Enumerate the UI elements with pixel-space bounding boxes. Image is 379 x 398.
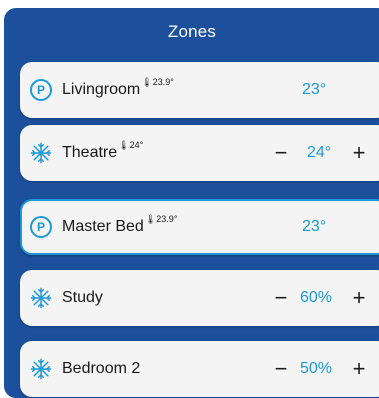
decrease-button[interactable]: − [272, 287, 290, 309]
zones-panel: Zones P Livingroom🌡23.9° 23° Theatre🌡24°… [4, 8, 379, 398]
increase-button[interactable]: + [350, 142, 368, 164]
zone-card-master-bed[interactable]: P Master Bed🌡23.9° 23° [20, 199, 379, 255]
zone-setpoint: 60% [300, 289, 333, 306]
snowflake-icon-svg [30, 142, 52, 164]
zone-name: Livingroom🌡23.9° [62, 77, 174, 98]
zone-setpoint: 23° [302, 81, 327, 98]
panel-title: Zones [167, 22, 217, 41]
snowflake-icon[interactable] [30, 142, 52, 164]
zone-card-livingroom[interactable]: P Livingroom🌡23.9° 23° [20, 62, 379, 118]
zone-card-study[interactable]: Study − 60% + [20, 270, 379, 326]
snowflake-icon[interactable] [30, 287, 52, 309]
zone-name: Bedroom 2 [62, 360, 141, 377]
zone-setpoint: 24° [307, 144, 332, 161]
zone-card-theatre[interactable]: Theatre🌡24° − 24° + [20, 125, 379, 181]
zone-name: Master Bed🌡23.9° [62, 214, 178, 235]
temperature-reading: 🌡23.9° [141, 77, 174, 87]
zone-name: Study [62, 289, 103, 306]
decrease-button[interactable]: − [272, 358, 290, 380]
p-icon[interactable]: P [30, 216, 52, 238]
p-icon[interactable]: P [30, 79, 52, 101]
temperature-reading: 🌡23.9° [144, 214, 178, 224]
snowflake-icon[interactable] [30, 358, 52, 380]
increase-button[interactable]: + [350, 287, 368, 309]
zone-setpoint: 50% [300, 360, 333, 377]
zone-card-bedroom-2[interactable]: Bedroom 2 − 50% + [20, 341, 379, 397]
zone-setpoint: 23° [302, 218, 327, 235]
increase-button[interactable]: + [350, 358, 368, 380]
snowflake-icon-svg [30, 287, 52, 309]
temperature-reading: 🌡24° [118, 140, 144, 150]
decrease-button[interactable]: − [272, 142, 290, 164]
snowflake-icon-svg [30, 358, 52, 380]
zone-name: Theatre🌡24° [62, 140, 144, 161]
